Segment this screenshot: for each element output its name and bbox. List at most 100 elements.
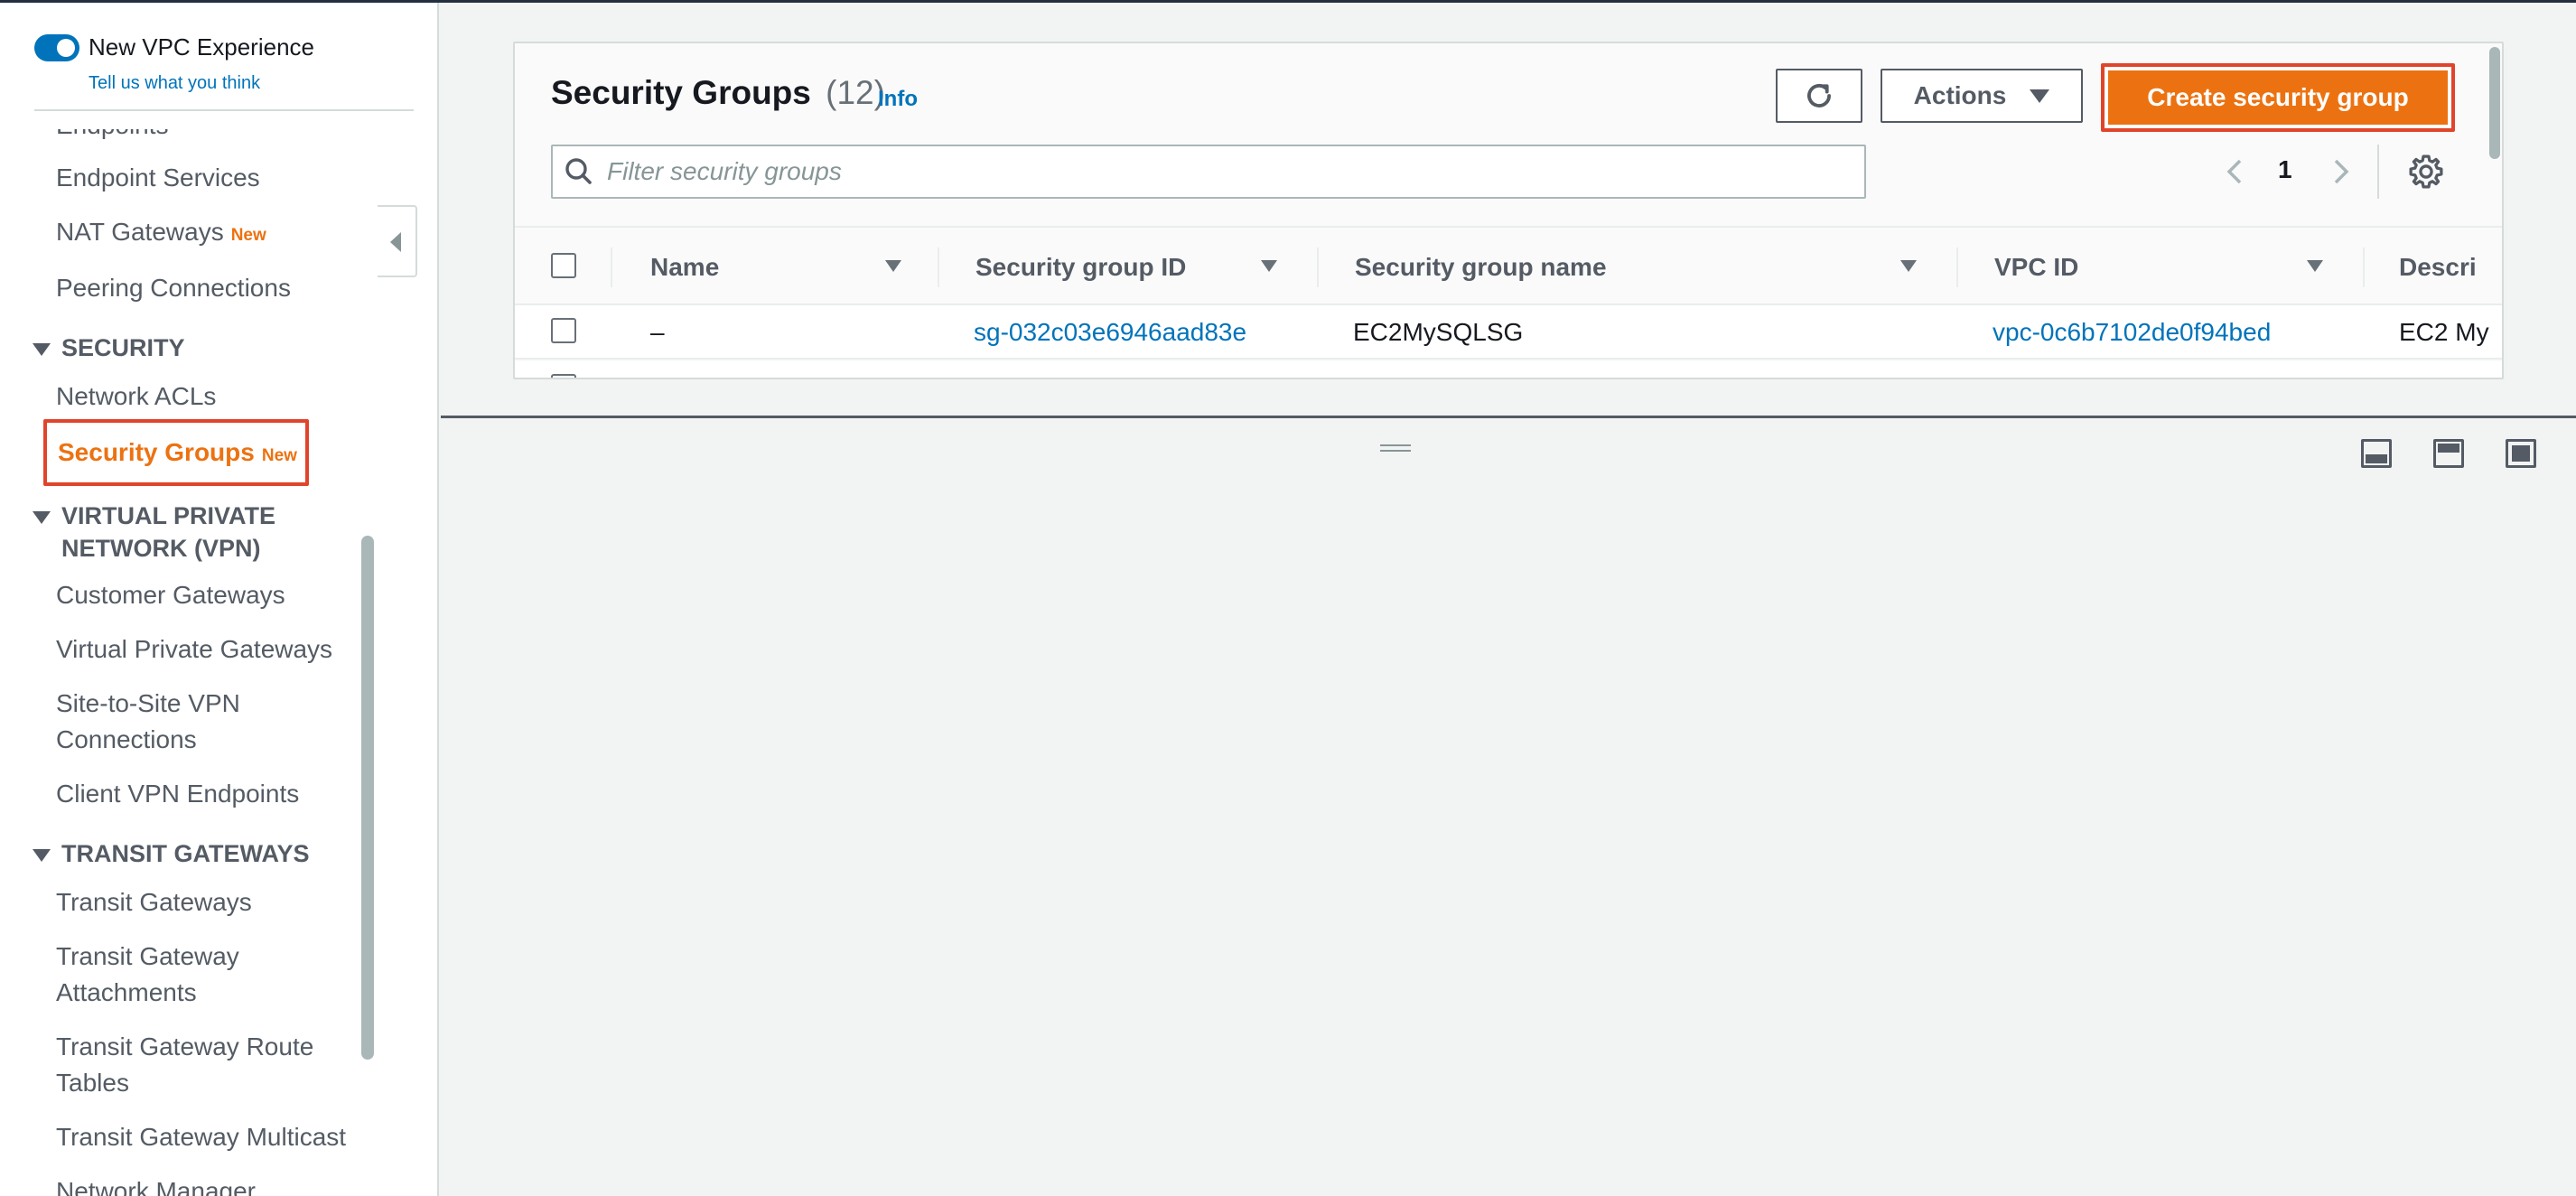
row-checkbox[interactable] bbox=[551, 374, 576, 378]
sidebar-item-peering-connections[interactable]: Peering Connections bbox=[56, 270, 291, 306]
feedback-link[interactable]: Tell us what you think bbox=[89, 73, 260, 94]
panel-scrollbar[interactable] bbox=[2489, 47, 2500, 159]
new-badge: New bbox=[261, 446, 297, 465]
column-header-description[interactable]: Descri bbox=[2399, 253, 2477, 282]
column-separator bbox=[1956, 248, 1958, 287]
sort-icon[interactable] bbox=[885, 260, 901, 272]
split-panel-drag-handle[interactable] bbox=[1380, 444, 1411, 453]
caret-down-icon bbox=[33, 342, 51, 356]
column-header-name[interactable]: Name bbox=[650, 253, 719, 282]
select-all-checkbox[interactable] bbox=[551, 253, 576, 278]
sidebar-item-transit-gateway-multicast[interactable]: Transit Gateway Multicast bbox=[56, 1119, 346, 1155]
chevron-right-icon bbox=[2334, 159, 2349, 184]
page-title: Security Groups (12) bbox=[551, 74, 885, 112]
cell-name: – bbox=[650, 318, 665, 346]
next-page-button[interactable] bbox=[2325, 154, 2357, 190]
cell-description: EC2 My bbox=[2399, 318, 2489, 346]
sidebar-item-transit-gateways[interactable]: Transit Gateways bbox=[56, 884, 252, 920]
previous-page-button[interactable] bbox=[2218, 154, 2251, 190]
filter-security-groups-input[interactable] bbox=[607, 149, 1853, 194]
split-panel-bottom-icon[interactable] bbox=[2361, 439, 2392, 468]
section-heading-line: NETWORK (VPN) bbox=[61, 535, 261, 562]
drag-handle-line bbox=[1380, 450, 1411, 452]
split-panel-divider bbox=[441, 416, 2576, 418]
sidebar-item-transit-gateway-route-tables[interactable]: Transit Gateway Route Tables bbox=[56, 1029, 313, 1101]
column-separator bbox=[2363, 248, 2365, 287]
sidebar-item-virtual-private-gateways[interactable]: Virtual Private Gateways bbox=[56, 631, 332, 668]
table-row[interactable]: – sg-032c03e6946aad83e EC2MySQLSG vpc-0c… bbox=[515, 305, 2502, 360]
split-panel-middle-icon[interactable] bbox=[2433, 439, 2464, 468]
sidebar-scrollbar[interactable] bbox=[361, 536, 374, 1060]
security-groups-panel: Security Groups (12) Info Actions Create… bbox=[513, 42, 2504, 379]
sidebar-item-network-acls[interactable]: Network ACLs bbox=[56, 378, 216, 415]
refresh-icon bbox=[1807, 83, 1831, 107]
actions-dropdown-button[interactable]: Actions bbox=[1881, 69, 2083, 123]
sidebar-item-endpoint-services[interactable]: Endpoint Services bbox=[56, 160, 260, 196]
column-header-vpc-id[interactable]: VPC ID bbox=[1994, 253, 2078, 282]
sort-icon[interactable] bbox=[1261, 260, 1277, 272]
drag-handle-line bbox=[1380, 444, 1411, 446]
sidebar-item-label: Tables bbox=[56, 1069, 129, 1097]
sidebar-item-label: Attachments bbox=[56, 978, 197, 1006]
sidebar-navigation: New VPC Experience Tell us what you thin… bbox=[0, 3, 439, 1196]
sidebar-item-site-to-site-vpn[interactable]: Site-to-Site VPN Connections bbox=[56, 686, 240, 758]
item-count: (12) bbox=[826, 74, 885, 111]
sidebar-item-network-manager[interactable]: Network Manager bbox=[56, 1173, 256, 1196]
row-checkbox[interactable] bbox=[551, 318, 576, 343]
sidebar-item-label: Network ACLs bbox=[56, 382, 217, 410]
info-link[interactable]: Info bbox=[878, 87, 918, 112]
new-vpc-experience-toggle-row[interactable]: New VPC Experience bbox=[34, 33, 314, 61]
sidebar-item-label: Endpoint Services bbox=[56, 164, 260, 192]
refresh-button[interactable] bbox=[1776, 69, 1862, 123]
sidebar-item-customer-gateways[interactable]: Customer Gateways bbox=[56, 577, 285, 613]
caret-down-icon bbox=[33, 510, 51, 524]
column-header-security-group-id[interactable]: Security group ID bbox=[975, 253, 1186, 282]
sidebar-item-label: Transit Gateways bbox=[56, 888, 252, 916]
table-row[interactable] bbox=[515, 361, 2502, 378]
sidebar-item-label: NAT Gateways bbox=[56, 218, 224, 246]
create-security-group-button[interactable]: Create security group bbox=[2101, 63, 2455, 132]
section-heading: VIRTUAL PRIVATE NETWORK (VPN) bbox=[61, 500, 275, 565]
caret-down-icon bbox=[33, 848, 51, 862]
toggle-knob bbox=[57, 38, 75, 57]
sidebar-item-label: Site-to-Site VPN bbox=[56, 689, 240, 717]
cell-security-group-id[interactable]: sg-032c03e6946aad83e bbox=[974, 318, 1246, 347]
preferences-button[interactable] bbox=[2406, 152, 2446, 192]
section-heading: TRANSIT GATEWAYS bbox=[61, 840, 310, 867]
caret-left-icon bbox=[390, 232, 401, 252]
sidebar-item-transit-gateway-attachments[interactable]: Transit Gateway Attachments bbox=[56, 939, 239, 1011]
create-security-group-label: Create security group bbox=[2108, 70, 2448, 125]
sidebar-item-label: Connections bbox=[56, 725, 197, 753]
sidebar-item-label: Customer Gateways bbox=[56, 581, 285, 609]
sidebar-item-client-vpn-endpoints[interactable]: Client VPN Endpoints bbox=[56, 776, 299, 812]
current-page-number[interactable]: 1 bbox=[2278, 155, 2292, 184]
sidebar-item-label: Peering Connections bbox=[56, 274, 291, 302]
sidebar-section-security[interactable]: SECURITY bbox=[33, 332, 185, 364]
sidebar-item-security-groups[interactable]: Security Groups New bbox=[58, 434, 297, 474]
new-vpc-experience-toggle[interactable] bbox=[34, 33, 79, 61]
sidebar-item-endpoints[interactable]: Endpoints bbox=[56, 129, 169, 144]
sidebar-item-nat-gateways[interactable]: NAT Gateways New bbox=[56, 214, 266, 254]
sort-icon[interactable] bbox=[1900, 260, 1917, 272]
sidebar-item-label: Virtual Private Gateways bbox=[56, 635, 333, 663]
sidebar-section-vpn[interactable]: VIRTUAL PRIVATE NETWORK (VPN) bbox=[33, 500, 275, 565]
sort-icon[interactable] bbox=[2307, 260, 2323, 272]
split-panel-full-icon[interactable] bbox=[2506, 439, 2536, 468]
collapse-sidebar-button[interactable] bbox=[378, 205, 417, 277]
cell-vpc-id[interactable]: vpc-0c6b7102de0f94bed bbox=[1993, 318, 2271, 347]
chevron-left-icon bbox=[2226, 159, 2242, 184]
sidebar-divider bbox=[34, 109, 414, 111]
actions-label: Actions bbox=[1913, 81, 2007, 109]
search-icon bbox=[553, 146, 607, 197]
column-header-security-group-name[interactable]: Security group name bbox=[1355, 253, 1607, 282]
column-separator bbox=[938, 248, 939, 287]
sidebar-item-label: Transit Gateway Multicast bbox=[56, 1123, 347, 1151]
filter-search-box[interactable] bbox=[551, 145, 1866, 199]
sidebar-item-label: Security Groups bbox=[58, 438, 255, 466]
sidebar-item-label: Network Manager bbox=[56, 1177, 256, 1196]
gear-icon bbox=[2409, 154, 2443, 189]
pager-divider bbox=[2377, 145, 2379, 199]
icon-fill bbox=[2438, 444, 2459, 453]
sidebar-section-transit-gateways[interactable]: TRANSIT GATEWAYS bbox=[33, 837, 310, 870]
section-heading-line: VIRTUAL PRIVATE bbox=[61, 502, 276, 529]
